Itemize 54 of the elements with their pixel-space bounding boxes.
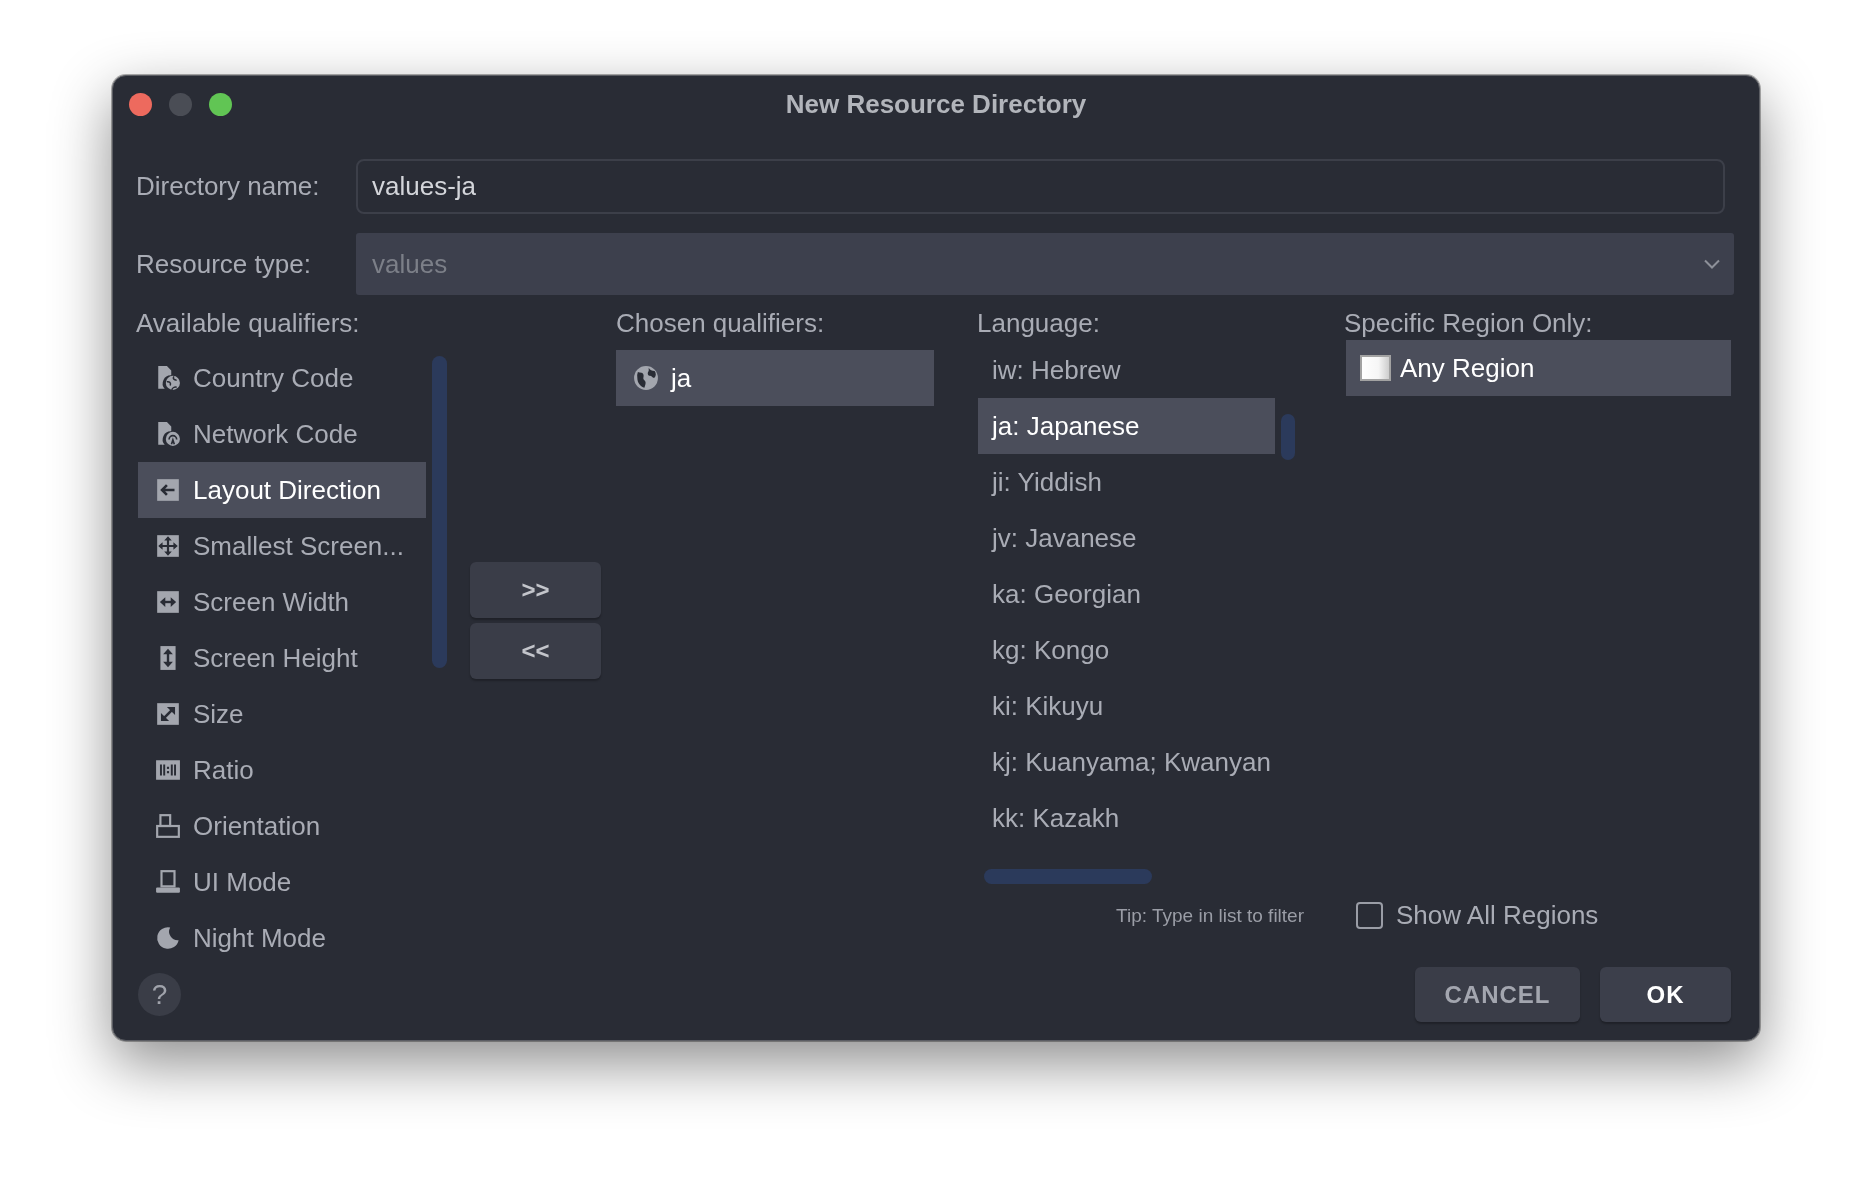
qualifier-item[interactable]: Screen Width	[138, 574, 426, 630]
move-button[interactable]: <<	[470, 623, 601, 679]
scrollbar-thumb[interactable]	[984, 869, 1152, 884]
scrollbar-thumb[interactable]	[1281, 414, 1295, 460]
language-item[interactable]: ji: Yiddish	[978, 454, 1275, 510]
four-way-arrows-icon	[155, 533, 181, 559]
document-signal-icon	[155, 421, 181, 447]
language-item[interactable]: ki: Kikuyu	[978, 678, 1275, 734]
language-item[interactable]: iw: Hebrew	[978, 342, 1275, 398]
section-label: Language:	[977, 307, 1100, 338]
qualifier-item[interactable]: Orientation	[138, 798, 426, 854]
region-item[interactable]: Any Region	[1346, 340, 1731, 396]
qualifier-item[interactable]: Size	[138, 686, 426, 742]
horizontal-arrows-icon	[155, 589, 181, 615]
cancel-button[interactable]: CANCEL	[1415, 967, 1580, 1022]
zoom-button[interactable]	[209, 93, 232, 116]
qualifier-item[interactable]: Screen Height	[138, 630, 426, 686]
directory-name-label: Directory name:	[136, 171, 321, 202]
tip-text: Tip: Type in list to filter	[1116, 904, 1304, 928]
language-item[interactable]: kk: Kazakh	[978, 790, 1275, 846]
language-item[interactable]: kj: Kuanyama; Kwanyan	[978, 734, 1275, 790]
orientation-icon	[155, 813, 181, 839]
qualifier-item[interactable]: Ratio	[138, 742, 426, 798]
globe-icon	[633, 365, 659, 391]
checkbox[interactable]	[1356, 902, 1383, 929]
square-icon	[1360, 355, 1391, 381]
close-button[interactable]	[129, 93, 152, 116]
ratio-icon	[155, 757, 181, 783]
section-label: Chosen qualifiers:	[616, 307, 825, 338]
move-button[interactable]: >>	[470, 562, 601, 618]
section-label: Specific Region Only:	[1344, 307, 1593, 338]
document-globe-icon	[155, 365, 181, 391]
diagonal-arrows-icon	[155, 701, 181, 727]
qualifier-item[interactable]: Network Code	[138, 406, 426, 462]
language-item[interactable]: ka: Georgian	[978, 566, 1275, 622]
directory-name-field[interactable]: values-ja	[356, 159, 1725, 214]
section-label: Available qualifiers:	[136, 307, 360, 338]
qualifier-item[interactable]: Night Mode	[138, 910, 426, 966]
qualifier-item[interactable]: UI Mode	[138, 854, 426, 910]
chosen-qualifier-item[interactable]: ja	[616, 350, 934, 406]
qualifier-item[interactable]: Country Code	[138, 350, 426, 406]
language-item[interactable]: ja: Japanese	[978, 398, 1275, 454]
checkbox-label[interactable]: Show All Regions	[1396, 900, 1599, 931]
window-title: New Resource Directory	[785, 89, 1087, 120]
help-button[interactable]: ?	[138, 973, 181, 1016]
resource-type-label: Resource type:	[136, 248, 312, 280]
qualifier-item[interactable]: Smallest Screen...	[138, 518, 426, 574]
qualifier-item[interactable]: Layout Direction	[138, 462, 426, 518]
ok-button[interactable]: OK	[1600, 967, 1731, 1022]
monitor-icon	[155, 869, 181, 895]
language-item[interactable]: jv: Javanese	[978, 510, 1275, 566]
language-item[interactable]: kg: Kongo	[978, 622, 1275, 678]
crescent-moon-icon	[155, 925, 181, 951]
scrollbar-thumb[interactable]	[432, 356, 447, 668]
